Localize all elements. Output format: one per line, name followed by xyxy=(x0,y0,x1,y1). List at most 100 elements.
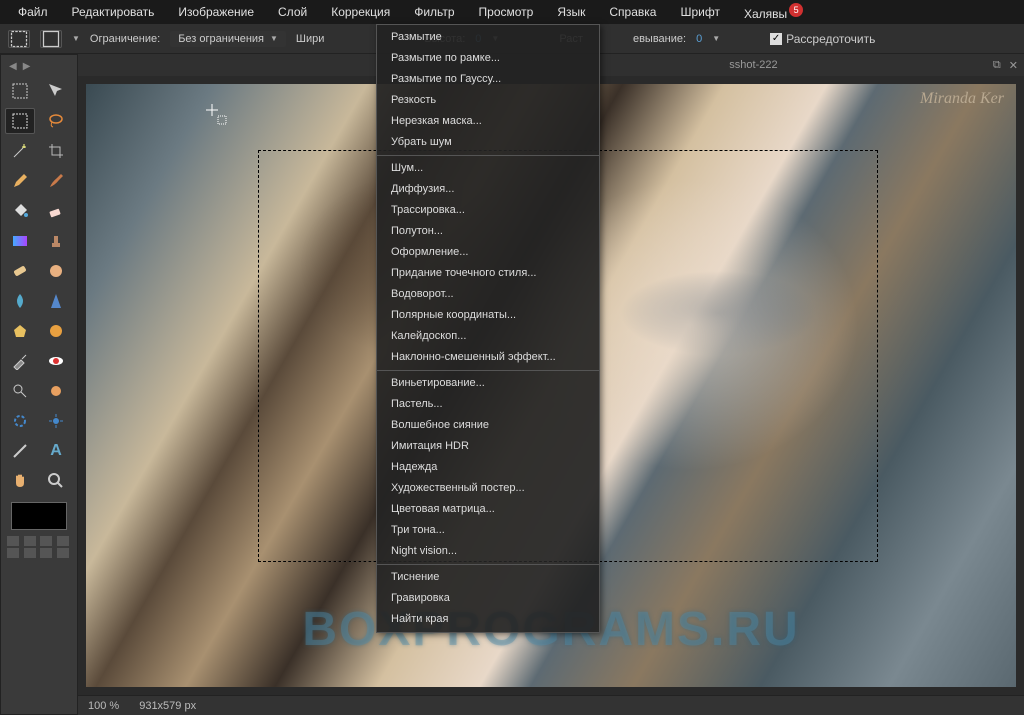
tool-sponge[interactable] xyxy=(5,318,35,344)
tool-line[interactable] xyxy=(5,438,35,464)
chevron-down-icon[interactable]: ▼ xyxy=(72,34,80,43)
menu-edit[interactable]: Редактировать xyxy=(62,1,165,23)
canvas-dimensions: 931x579 px xyxy=(139,700,196,712)
tool-eraser[interactable] xyxy=(41,198,71,224)
tool-eyedropper[interactable] xyxy=(5,348,35,374)
detach-icon[interactable]: ⧉ xyxy=(993,59,1001,72)
tool-stamp[interactable] xyxy=(41,228,71,254)
image-watermark: Miranda Ker xyxy=(920,90,1004,108)
constraint-label: Ограничение: xyxy=(90,33,160,45)
document-tab[interactable]: sshot-222 xyxy=(729,59,777,71)
menu-language[interactable]: Язык xyxy=(547,1,595,23)
filter-item[interactable]: Цветовая матрица... xyxy=(377,499,599,520)
filter-item[interactable]: Водоворот... xyxy=(377,284,599,305)
filter-item[interactable]: Размытие по рамке... xyxy=(377,48,599,69)
tool-hand[interactable] xyxy=(5,468,35,494)
filter-item[interactable]: Полярные координаты... xyxy=(377,305,599,326)
tool-marquee-select[interactable] xyxy=(5,108,35,134)
filter-item[interactable]: Найти края xyxy=(377,609,599,630)
swatch[interactable] xyxy=(24,548,36,558)
crosshair-cursor-icon xyxy=(204,102,228,129)
tool-color-replace[interactable] xyxy=(41,318,71,344)
filter-item[interactable]: Полутон... xyxy=(377,221,599,242)
tool-gradient[interactable] xyxy=(5,228,35,254)
menu-file[interactable]: Файл xyxy=(8,1,58,23)
filter-item[interactable]: Размытие по Гауссу... xyxy=(377,69,599,90)
chevron-down-icon[interactable]: ▼ xyxy=(712,34,720,43)
separator xyxy=(377,370,599,371)
zoom-level[interactable]: 100 % xyxy=(88,700,119,712)
filter-item[interactable]: Виньетирование... xyxy=(377,373,599,394)
swatch[interactable] xyxy=(7,548,19,558)
tool-brush[interactable] xyxy=(41,168,71,194)
menu-layer[interactable]: Слой xyxy=(268,1,317,23)
tool-wand[interactable] xyxy=(5,138,35,164)
menu-correction[interactable]: Коррекция xyxy=(321,1,400,23)
selection-mode-add-icon[interactable] xyxy=(40,30,62,48)
tool-pen[interactable] xyxy=(5,408,35,434)
menu-help[interactable]: Справка xyxy=(599,1,666,23)
menubar: Файл Редактировать Изображение Слой Корр… xyxy=(0,0,1024,24)
filter-item[interactable]: Диффузия... xyxy=(377,179,599,200)
filter-item[interactable]: Оформление... xyxy=(377,242,599,263)
filter-item[interactable]: Надежда xyxy=(377,457,599,478)
menu-filter[interactable]: Фильтр xyxy=(404,1,464,23)
tool-text[interactable]: A xyxy=(41,438,71,464)
tool-redeye[interactable] xyxy=(41,348,71,374)
tool-move-center[interactable] xyxy=(41,408,71,434)
filter-item[interactable]: Резкость xyxy=(377,90,599,111)
menu-freebies[interactable]: Халявы5 xyxy=(734,0,813,25)
defocus-checkbox[interactable]: ✓ Рассредоточить xyxy=(770,32,875,46)
swatch[interactable] xyxy=(40,536,52,546)
filter-item[interactable]: Пастель... xyxy=(377,394,599,415)
filter-item[interactable]: Нерезкая маска... xyxy=(377,111,599,132)
filter-item[interactable]: Три тона... xyxy=(377,520,599,541)
swatch[interactable] xyxy=(7,536,19,546)
tool-blur[interactable] xyxy=(5,288,35,314)
constraint-combo[interactable]: Без ограничения▼ xyxy=(170,31,286,47)
check-icon: ✓ xyxy=(770,33,782,45)
swatch[interactable] xyxy=(40,548,52,558)
tool-crop[interactable] xyxy=(41,138,71,164)
separator xyxy=(377,155,599,156)
tool-marquee-rect[interactable] xyxy=(5,78,35,104)
freebies-badge: 5 xyxy=(789,3,803,17)
tool-lasso[interactable] xyxy=(41,108,71,134)
filter-item[interactable]: Придание точечного стиля... xyxy=(377,263,599,284)
tool-smudge[interactable] xyxy=(41,258,71,284)
tool-bucket[interactable] xyxy=(5,198,35,224)
filter-item[interactable]: Наклонно-смешенный эффект... xyxy=(377,347,599,368)
filter-item[interactable]: Шум... xyxy=(377,158,599,179)
filter-item[interactable]: Имитация HDR xyxy=(377,436,599,457)
filter-item[interactable]: Трассировка... xyxy=(377,200,599,221)
menu-font[interactable]: Шрифт xyxy=(670,1,729,23)
prev-icon[interactable]: ◀ xyxy=(9,61,17,72)
close-icon[interactable]: ✕ xyxy=(1009,59,1018,72)
filter-item[interactable]: Гравировка xyxy=(377,588,599,609)
tool-burn[interactable] xyxy=(41,378,71,404)
filter-item[interactable]: Тиснение xyxy=(377,567,599,588)
filter-item[interactable]: Калейдоскоп... xyxy=(377,326,599,347)
filter-item[interactable]: Night vision... xyxy=(377,541,599,562)
tool-pencil[interactable] xyxy=(5,168,35,194)
tool-sharpen[interactable] xyxy=(41,288,71,314)
separator xyxy=(377,564,599,565)
menu-image[interactable]: Изображение xyxy=(168,1,264,23)
swatch[interactable] xyxy=(57,548,69,558)
selection-mode-new-icon[interactable] xyxy=(8,30,30,48)
filter-item[interactable]: Убрать шум xyxy=(377,132,599,153)
next-icon[interactable]: ▶ xyxy=(23,61,31,72)
swatch[interactable] xyxy=(57,536,69,546)
foreground-color[interactable] xyxy=(11,502,67,530)
filter-item[interactable]: Размытие xyxy=(377,27,599,48)
tool-dodge[interactable] xyxy=(5,378,35,404)
tool-grid: A xyxy=(5,78,73,494)
menu-view[interactable]: Просмотр xyxy=(469,1,544,23)
feather-value[interactable]: 0 xyxy=(696,33,702,45)
tool-move[interactable] xyxy=(41,78,71,104)
tool-heal[interactable] xyxy=(5,258,35,284)
swatch[interactable] xyxy=(24,536,36,546)
filter-item[interactable]: Художественный постер... xyxy=(377,478,599,499)
tool-zoom[interactable] xyxy=(41,468,71,494)
filter-item[interactable]: Волшебное сияние xyxy=(377,415,599,436)
